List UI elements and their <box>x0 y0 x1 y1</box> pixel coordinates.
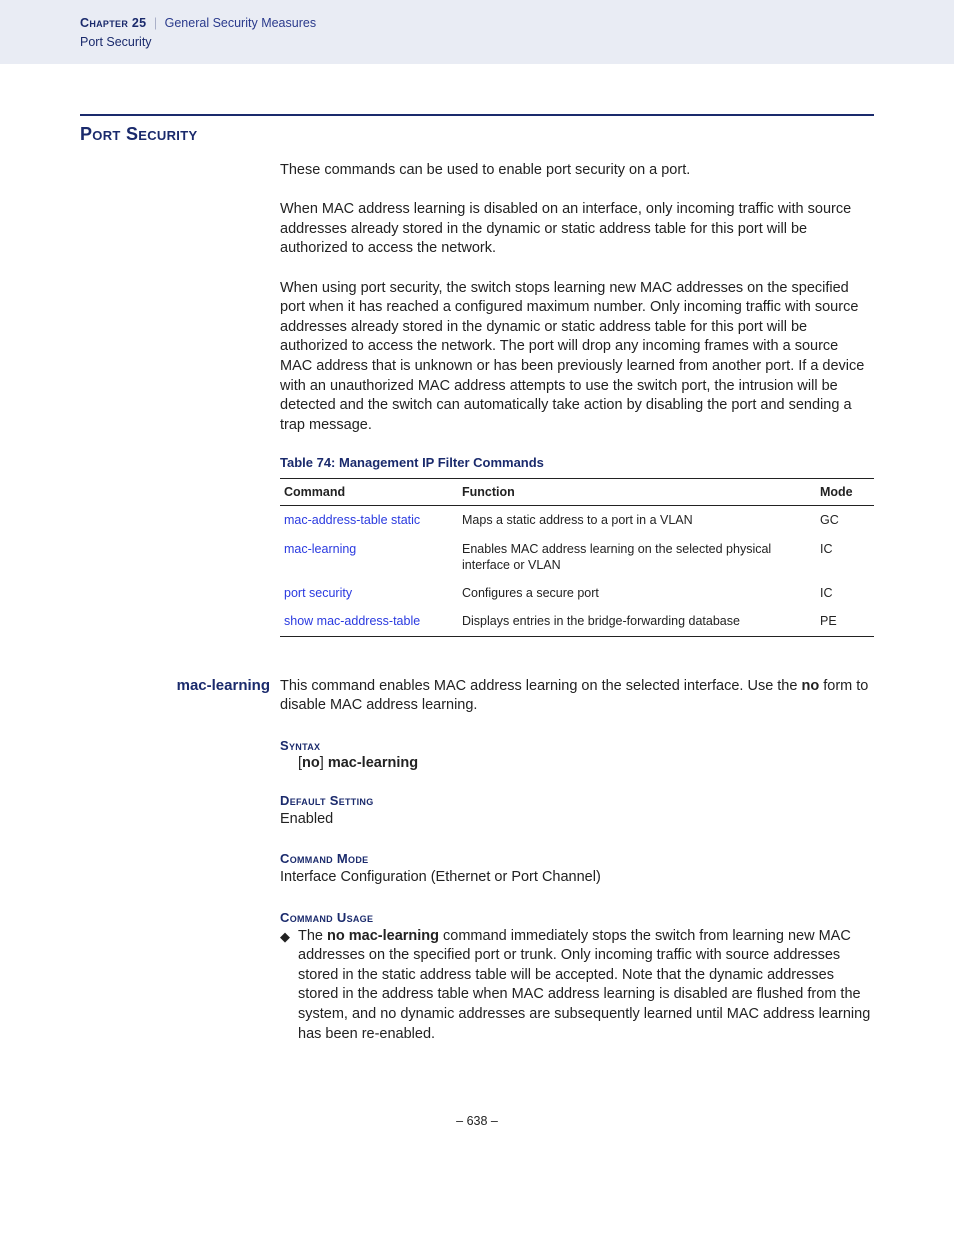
bullet-item: ◆ The no mac-learning command immediatel… <box>280 927 874 1044</box>
command-side-label: mac-learning <box>80 677 280 1045</box>
table-cell-function: Displays entries in the bridge-forwardin… <box>458 607 816 636</box>
text: command immediately stops the switch fro… <box>298 928 870 1042</box>
table-header-function: Function <box>458 479 816 506</box>
command-link[interactable]: mac-learning <box>284 542 356 556</box>
command-mode-label: Command Mode <box>280 851 874 866</box>
commands-table: Command Function Mode mac-address-table … <box>280 478 874 636</box>
bullet-icon: ◆ <box>280 927 290 947</box>
text: ] <box>320 755 328 771</box>
paragraph: When using port security, the switch sto… <box>280 279 874 436</box>
table-caption: Table 74: Management IP Filter Commands <box>280 455 874 470</box>
syntax-label: Syntax <box>280 738 874 753</box>
default-setting-label: Default Setting <box>280 793 874 808</box>
chapter-label: Chapter 25 <box>80 16 146 30</box>
bullet-text: The no mac-learning command immediately … <box>298 927 874 1044</box>
command-usage-label: Command Usage <box>280 910 874 925</box>
page-number: – 638 – <box>0 1114 954 1158</box>
table-row: mac-address-table static Maps a static a… <box>280 506 874 535</box>
table-row: show mac-address-table Displays entries … <box>280 607 874 636</box>
breadcrumb-subtitle: Port Security <box>80 33 954 52</box>
table-cell-mode: PE <box>816 607 874 636</box>
table-cell-mode: IC <box>816 535 874 580</box>
command-link[interactable]: show mac-address-table <box>284 614 420 628</box>
default-setting-value: Enabled <box>280 810 874 830</box>
command-mode-value: Interface Configuration (Ethernet or Por… <box>280 868 874 888</box>
syntax-line: [no] mac-learning <box>298 755 874 771</box>
text-bold: no <box>801 678 819 694</box>
text: The <box>298 928 327 944</box>
command-detail: mac-learning This command enables MAC ad… <box>80 677 874 1045</box>
table-cell-function: Maps a static address to a port in a VLA… <box>458 506 816 535</box>
table-header-mode: Mode <box>816 479 874 506</box>
text-bold: mac-learning <box>328 755 418 771</box>
text-bold: no <box>302 755 320 771</box>
table-cell-mode: GC <box>816 506 874 535</box>
section-heading: Port Security <box>80 124 874 145</box>
page-header: Chapter 25 | General Security Measures P… <box>0 0 954 64</box>
breadcrumb-separator: | <box>150 16 161 30</box>
command-link[interactable]: port security <box>284 586 352 600</box>
paragraph: These commands can be used to enable por… <box>280 161 874 181</box>
table-header-command: Command <box>280 479 458 506</box>
command-intro: This command enables MAC address learnin… <box>280 677 874 716</box>
table-cell-function: Enables MAC address learning on the sele… <box>458 535 816 580</box>
table-row: port security Configures a secure port I… <box>280 579 874 607</box>
page-content: Port Security These commands can be used… <box>80 114 874 1045</box>
command-link[interactable]: mac-address-table static <box>284 513 420 527</box>
table-cell-mode: IC <box>816 579 874 607</box>
text: This command enables MAC address learnin… <box>280 678 801 694</box>
text-bold: no mac-learning <box>327 928 439 944</box>
breadcrumb-title: General Security Measures <box>165 16 316 30</box>
table-row: mac-learning Enables MAC address learnin… <box>280 535 874 580</box>
paragraph: When MAC address learning is disabled on… <box>280 200 874 259</box>
section-rule <box>80 114 874 116</box>
table-cell-function: Configures a secure port <box>458 579 816 607</box>
